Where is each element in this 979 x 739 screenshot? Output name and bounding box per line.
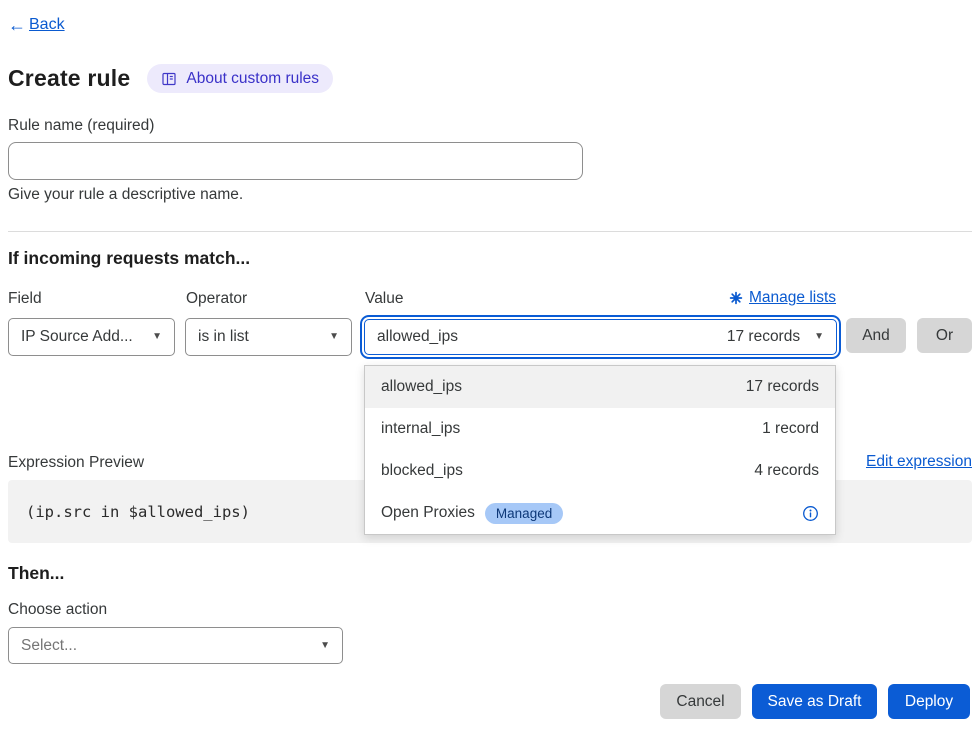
edit-expression-link[interactable]: Edit expression xyxy=(866,453,972,471)
title-row: Create rule About custom rules xyxy=(8,64,333,93)
chevron-down-icon: ▼ xyxy=(320,641,330,651)
action-select[interactable]: Select... ▼ xyxy=(8,627,343,664)
rule-name-label: Rule name (required) xyxy=(8,117,154,135)
list-item-records: 1 record xyxy=(762,420,819,438)
list-item-name: Open Proxies xyxy=(381,504,475,522)
manage-lists-link[interactable]: Manage lists xyxy=(729,289,836,307)
list-item-blocked-ips[interactable]: blocked_ips 4 records xyxy=(365,450,835,492)
cancel-button[interactable]: Cancel xyxy=(660,684,741,719)
operator-label: Operator xyxy=(186,290,247,308)
list-item-internal-ips[interactable]: internal_ips 1 record xyxy=(365,408,835,450)
rule-name-input[interactable] xyxy=(8,142,583,180)
list-item-name: allowed_ips xyxy=(381,378,462,396)
value-select[interactable]: allowed_ips 17 records ▼ xyxy=(364,319,837,355)
and-button[interactable]: And xyxy=(846,318,906,353)
value-select-records-count: 17 records xyxy=(727,328,800,346)
create-rule-page: ← Back Create rule About custom rules Ru… xyxy=(0,0,979,739)
page-title: Create rule xyxy=(8,65,130,92)
manage-lists-label: Manage lists xyxy=(749,289,836,307)
operator-select-value: is in list xyxy=(198,328,249,346)
managed-badge: Managed xyxy=(485,503,563,524)
back-link[interactable]: ← Back xyxy=(8,16,65,34)
info-icon[interactable] xyxy=(802,505,819,522)
or-button[interactable]: Or xyxy=(917,318,972,353)
list-item-records: 4 records xyxy=(754,462,819,480)
list-item-allowed-ips[interactable]: allowed_ips 17 records xyxy=(365,366,835,408)
back-label: Back xyxy=(29,16,65,34)
deploy-button[interactable]: Deploy xyxy=(888,684,970,719)
save-as-draft-button[interactable]: Save as Draft xyxy=(752,684,877,719)
gear-icon xyxy=(729,291,743,305)
arrow-left-icon: ← xyxy=(8,16,26,34)
choose-action-label: Choose action xyxy=(8,601,107,619)
field-select[interactable]: IP Source Add... ▼ xyxy=(8,318,175,356)
section-divider xyxy=(8,231,972,232)
list-item-records: 17 records xyxy=(746,378,819,396)
value-label: Value xyxy=(365,290,404,308)
expression-code: (ip.src in $allowed_ips) xyxy=(26,503,250,521)
expression-preview-label: Expression Preview xyxy=(8,454,144,472)
rule-name-helper-text: Give your rule a descriptive name. xyxy=(8,186,243,204)
chevron-down-icon: ▼ xyxy=(152,332,162,342)
chevron-down-icon: ▼ xyxy=(814,332,824,342)
operator-select[interactable]: is in list ▼ xyxy=(185,318,352,356)
then-section-heading: Then... xyxy=(8,563,64,584)
field-select-value: IP Source Add... xyxy=(21,328,133,346)
about-custom-rules-link[interactable]: About custom rules xyxy=(147,64,333,93)
book-icon xyxy=(161,71,177,87)
value-select-value: allowed_ips xyxy=(377,328,458,346)
about-custom-rules-label: About custom rules xyxy=(186,70,319,88)
list-item-name: internal_ips xyxy=(381,420,460,438)
field-label: Field xyxy=(8,290,42,308)
match-section-heading: If incoming requests match... xyxy=(8,248,250,269)
list-dropdown-menu: allowed_ips 17 records internal_ips 1 re… xyxy=(364,365,836,535)
action-select-placeholder: Select... xyxy=(21,637,77,655)
list-item-open-proxies[interactable]: Open Proxies Managed xyxy=(365,492,835,534)
list-item-name: blocked_ips xyxy=(381,462,463,480)
chevron-down-icon: ▼ xyxy=(329,332,339,342)
